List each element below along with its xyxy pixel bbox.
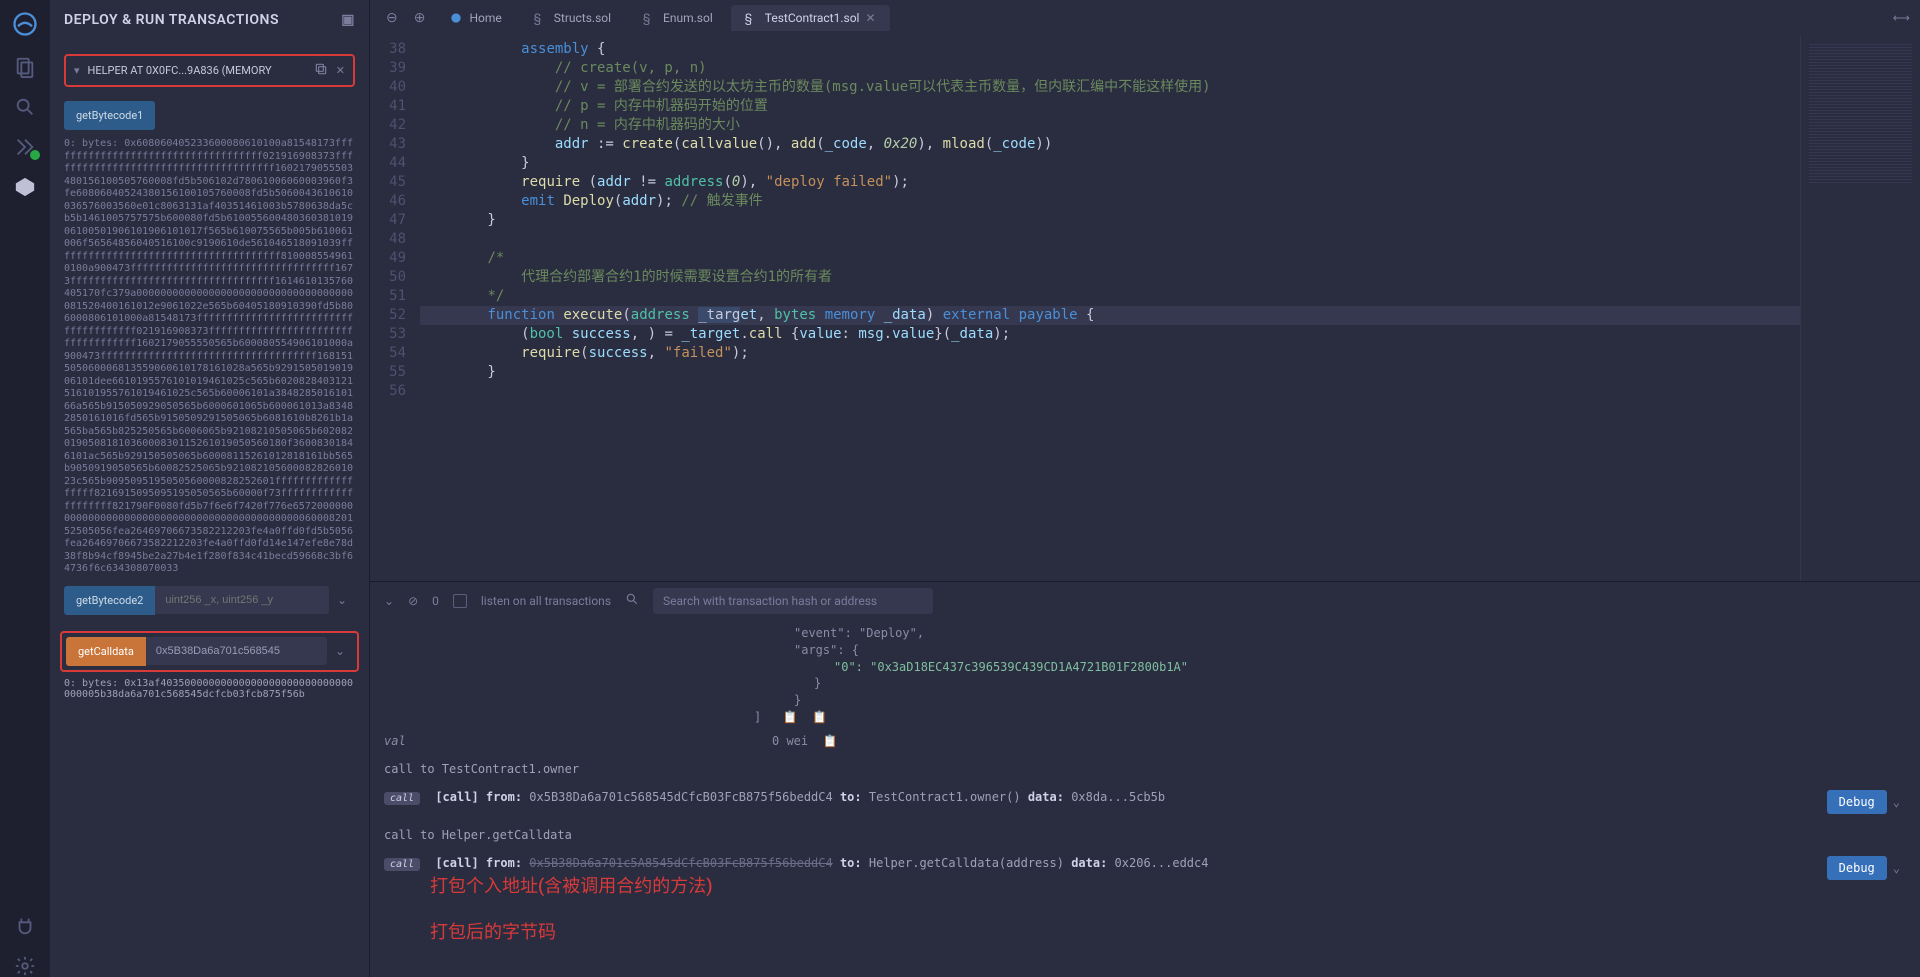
call-helper-label: call to Helper.getCalldata [384, 828, 1906, 842]
tab-bar: ⊖ ⊕ Home §Structs.sol §Enum.sol §TestCon… [370, 0, 1920, 36]
listen-checkbox[interactable] [453, 594, 467, 608]
terminal-search-input[interactable]: Search with transaction hash or address [653, 588, 933, 614]
terminal-output[interactable]: "event": "Deploy", "args": { "0": "0x3aD… [370, 619, 1920, 977]
tab-enum[interactable]: §Enum.sol [629, 5, 727, 31]
chevron-down-icon[interactable]: ⌄ [329, 593, 355, 607]
tab-testcontract1[interactable]: §TestContract1.sol✕ [731, 5, 890, 31]
search-icon[interactable] [14, 96, 36, 118]
solidity-icon: § [643, 11, 657, 25]
chevron-down-icon[interactable]: ⌄ [1887, 856, 1906, 880]
plugin-icon[interactable] [14, 915, 36, 937]
getcalldata-input[interactable] [146, 637, 327, 665]
debug-button[interactable]: Debug [1827, 856, 1887, 880]
close-tab-icon[interactable]: ✕ [865, 11, 875, 25]
chevron-down-icon[interactable]: ⌄ [1887, 790, 1906, 814]
solidity-icon: § [745, 11, 759, 25]
contract-address-label: HELPER AT 0X0FC...9A836 (MEMORY [88, 64, 306, 77]
deployed-contract-row[interactable]: ▾ HELPER AT 0X0FC...9A836 (MEMORY ✕ [64, 54, 355, 87]
copy-icon[interactable] [314, 62, 328, 79]
getcalldata-output: 0: bytes: 0x13af403500000000000000000000… [64, 678, 355, 700]
close-icon[interactable]: ✕ [336, 64, 345, 77]
chevron-down-icon[interactable]: ⌄ [327, 644, 353, 658]
remix-logo-icon[interactable] [11, 10, 39, 38]
panel-title: DEPLOY & RUN TRANSACTIONS ▣ [50, 0, 369, 40]
file-explorer-icon[interactable] [14, 56, 36, 78]
call-line-1[interactable]: ⌄ Debug call [call] from: 0x5B38Da6a701c… [384, 790, 1906, 814]
getbytecode2-row: getBytecode2 ⌄ [64, 586, 355, 615]
solidity-icon: § [534, 11, 548, 25]
tab-home[interactable]: Home [435, 5, 515, 31]
val-row: val 0 wei 📋 [384, 734, 1906, 748]
debug-button[interactable]: Debug [1827, 790, 1887, 814]
home-icon [449, 11, 463, 25]
tab-structs[interactable]: §Structs.sol [520, 5, 625, 31]
code-editor[interactable]: 38394041424344454647484950515253545556 a… [370, 36, 1920, 581]
code-content[interactable]: assembly { // create(v, p, n) // v = 部署合… [420, 36, 1800, 581]
activity-bar [0, 0, 50, 977]
deploy-panel: DEPLOY & RUN TRANSACTIONS ▣ ▾ HELPER AT … [50, 0, 370, 977]
getbytecode2-button[interactable]: getBytecode2 [64, 586, 155, 615]
getbytecode1-output: 0: bytes: 0x608060405233600080610100a815… [64, 138, 355, 576]
terminal-toolbar: ⌄ ⊘ 0 listen on all transactions Search … [370, 581, 1920, 619]
getbytecode1-button[interactable]: getBytecode1 [64, 101, 155, 130]
listen-label: listen on all transactions [481, 594, 611, 608]
chevron-icon[interactable]: ⌄ [384, 594, 394, 608]
clear-icon[interactable]: ⊘ [408, 594, 418, 608]
getbytecode2-input[interactable] [155, 586, 329, 614]
settings-icon[interactable] [14, 955, 36, 977]
zoom-out-icon[interactable]: ⊖ [380, 10, 404, 26]
expand-icon[interactable]: ⟷ [1893, 11, 1910, 25]
search-icon[interactable] [625, 592, 639, 609]
getcalldata-button[interactable]: getCalldata [66, 637, 146, 666]
zoom-in-icon[interactable]: ⊕ [408, 10, 432, 26]
compiler-icon[interactable] [14, 136, 36, 158]
pending-count: 0 [432, 594, 439, 608]
line-gutter: 38394041424344454647484950515253545556 [370, 36, 420, 581]
main-area: ⊖ ⊕ Home §Structs.sol §Enum.sol §TestCon… [370, 0, 1920, 977]
call-owner-label: call to TestContract1.owner [384, 762, 1906, 776]
deploy-icon[interactable] [14, 176, 36, 198]
chevron-down-icon[interactable]: ▾ [74, 64, 80, 77]
getcalldata-row: getCalldata ⌄ [66, 637, 353, 666]
panel-menu-icon[interactable]: ▣ [341, 12, 355, 28]
call-line-2[interactable]: ⌄ Debug call [call] from: 0x5B38Da6a701c… [384, 856, 1906, 880]
minimap[interactable] [1800, 36, 1920, 581]
